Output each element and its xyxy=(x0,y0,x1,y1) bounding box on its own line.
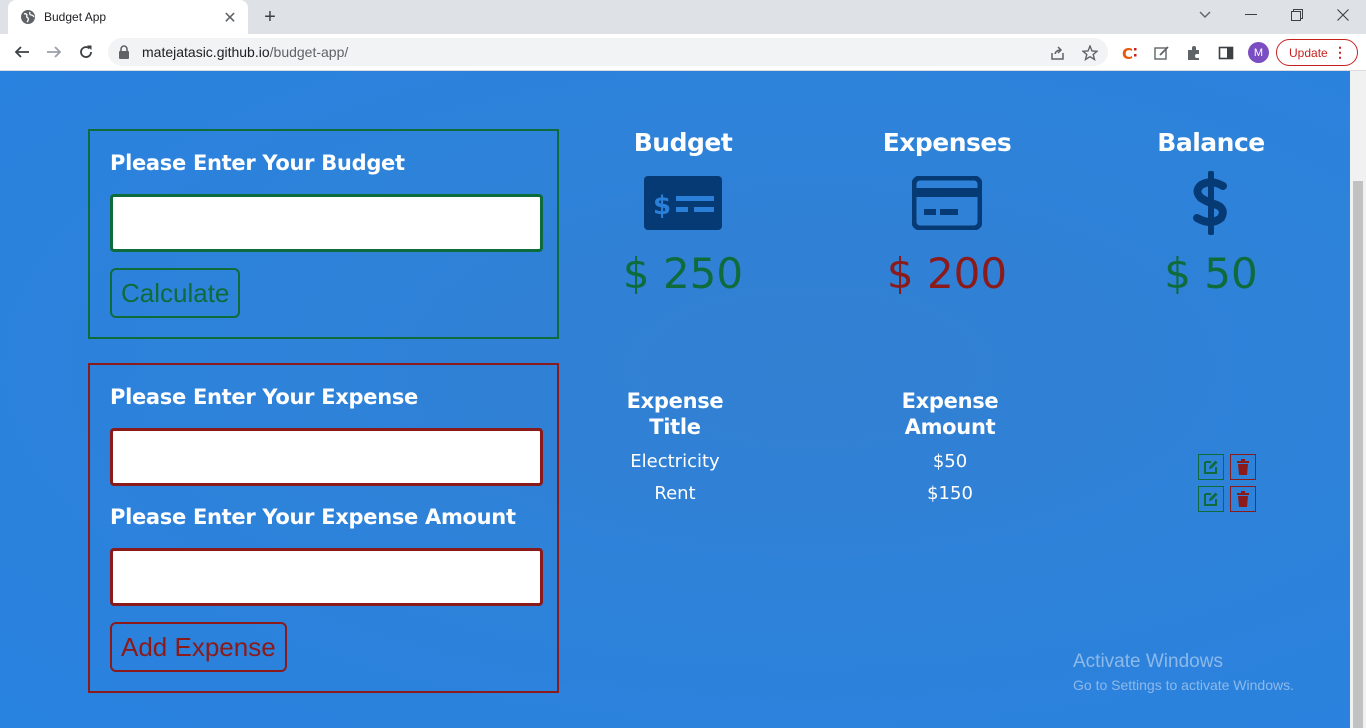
expense-row-2-amount: $150 xyxy=(927,483,973,504)
update-button[interactable]: Update ⋮ xyxy=(1276,39,1358,66)
budget-title: Budget xyxy=(633,128,733,157)
bookmark-star-icon[interactable] xyxy=(1081,44,1099,62)
expenses-value: $ 200 xyxy=(886,249,1008,298)
page-scrollbar[interactable] xyxy=(1350,71,1366,728)
back-arrow-icon[interactable] xyxy=(8,38,36,66)
trash-icon xyxy=(1237,459,1249,475)
expense-form: Please Enter Your Expense Please Enter Y… xyxy=(88,363,559,693)
edit-expense-2-button[interactable] xyxy=(1198,486,1224,512)
expense-row-1-amount: $50 xyxy=(932,451,968,472)
expense-amount-input[interactable] xyxy=(110,548,543,606)
expense-amount-header-text: Expense Amount xyxy=(901,389,999,439)
expense-row-1-title: Electricity xyxy=(630,451,720,472)
expense-amount-header: Expense Amount xyxy=(870,388,1030,440)
tab-search-chevron-icon[interactable] xyxy=(1182,0,1228,30)
expense-amount-label: Please Enter Your Expense Amount xyxy=(110,505,516,529)
forward-arrow-icon[interactable] xyxy=(40,38,68,66)
delete-expense-1-button[interactable] xyxy=(1230,454,1256,480)
browser-tab[interactable]: Budget App ✕ xyxy=(8,0,248,34)
calculate-button[interactable]: Calculate xyxy=(110,268,241,318)
balance-value: $ 50 xyxy=(1164,249,1258,298)
dollar-sign-icon xyxy=(1121,171,1301,235)
windows-activation-watermark: Activate Windows Go to Settings to activ… xyxy=(1073,651,1294,693)
share-icon[interactable] xyxy=(1048,44,1066,62)
edit-expense-1-button[interactable] xyxy=(1198,454,1224,480)
balance-title: Balance xyxy=(1157,128,1265,157)
edit-icon xyxy=(1204,492,1218,506)
svg-text:C: C xyxy=(1122,45,1133,62)
svg-text:$: $ xyxy=(653,191,671,221)
watermark-line-2: Go to Settings to activate Windows. xyxy=(1073,677,1294,693)
url-text: matejatasic.github.io/budget-app/ xyxy=(142,44,348,60)
expense-title-input[interactable] xyxy=(110,428,543,486)
balance-summary: Balance $ 50 xyxy=(1121,128,1301,298)
tab-title: Budget App xyxy=(44,10,107,24)
restore-icon[interactable] xyxy=(1274,0,1320,30)
new-tab-icon[interactable]: + xyxy=(258,6,282,28)
expense-title-header: Expense Title xyxy=(595,388,755,440)
url-host: matejatasic.github.io xyxy=(142,44,270,60)
profile-avatar[interactable]: M xyxy=(1248,42,1269,63)
lock-icon xyxy=(118,44,130,63)
edit-icon xyxy=(1204,460,1218,474)
edit-note-icon[interactable] xyxy=(1152,43,1172,63)
more-menu-icon: ⋮ xyxy=(1333,44,1347,60)
budget-app-page: Please Enter Your Budget Calculate Pleas… xyxy=(0,71,1350,728)
trash-icon xyxy=(1237,491,1249,507)
side-panel-icon[interactable] xyxy=(1216,43,1236,63)
expenses-summary: Expenses $ 200 xyxy=(857,128,1037,298)
budget-form: Please Enter Your Budget Calculate xyxy=(88,129,559,339)
expense-title-header-text: Expense Title xyxy=(626,389,724,439)
extension-c-icon[interactable]: C xyxy=(1120,43,1140,63)
browser-toolbar: matejatasic.github.io/budget-app/ C M Up… xyxy=(0,34,1366,71)
budget-label: Please Enter Your Budget xyxy=(110,151,405,175)
expenses-title: Expenses xyxy=(882,128,1012,157)
browser-tab-strip: Budget App ✕ + xyxy=(0,0,1366,34)
close-tab-icon[interactable]: ✕ xyxy=(220,7,240,27)
url-path: /budget-app/ xyxy=(269,44,349,60)
credit-card-icon xyxy=(857,171,1037,235)
budget-input[interactable] xyxy=(110,194,543,252)
budget-value: $ 250 xyxy=(622,249,744,298)
watermark-line-1: Activate Windows xyxy=(1073,651,1223,672)
budget-summary: Budget $ $ 250 xyxy=(593,128,773,298)
minimize-icon[interactable] xyxy=(1228,0,1274,30)
globe-icon xyxy=(20,9,36,25)
close-window-icon[interactable] xyxy=(1320,0,1366,30)
address-bar[interactable]: matejatasic.github.io/budget-app/ xyxy=(108,38,1108,66)
expense-row-2-title: Rent xyxy=(654,483,696,504)
add-expense-button[interactable]: Add Expense xyxy=(110,622,287,672)
update-label: Update xyxy=(1289,45,1328,60)
expense-title-label: Please Enter Your Expense xyxy=(110,385,418,409)
delete-expense-2-button[interactable] xyxy=(1230,486,1256,512)
money-check-icon: $ xyxy=(593,171,773,235)
extensions-puzzle-icon[interactable] xyxy=(1184,43,1204,63)
scrollbar-thumb[interactable] xyxy=(1353,181,1363,728)
reload-icon[interactable] xyxy=(72,38,100,66)
